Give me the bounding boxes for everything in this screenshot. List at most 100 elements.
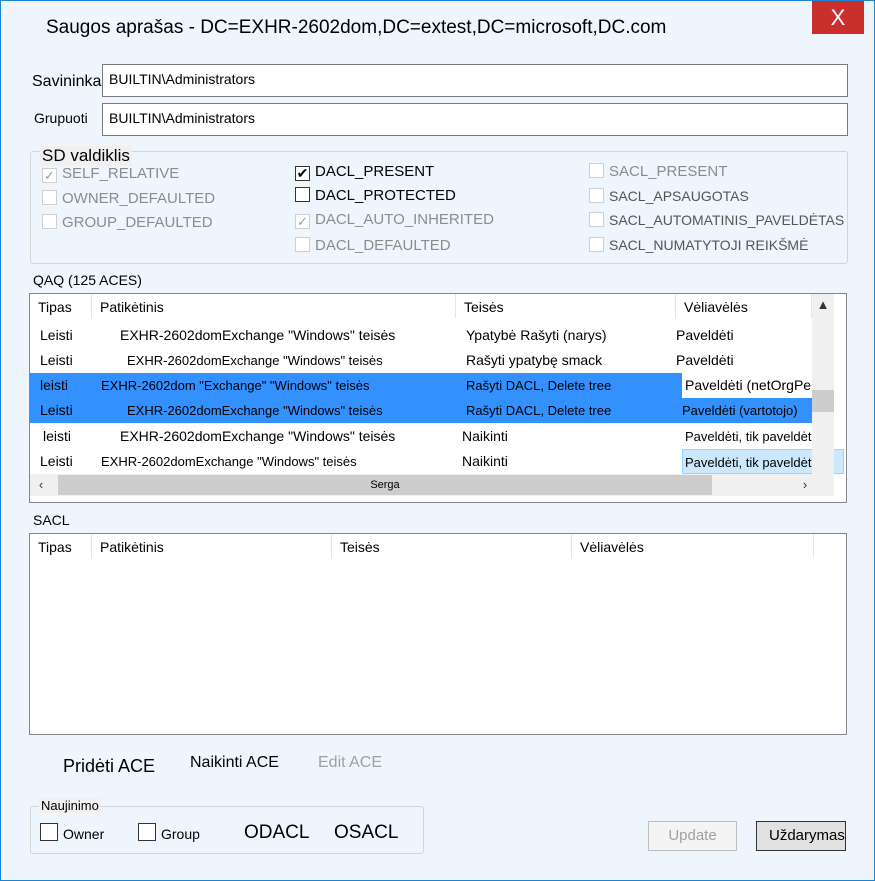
refresh-owner-checkbox[interactable]: Owner <box>40 823 104 842</box>
checkbox-box <box>40 823 58 841</box>
checkbox-label: SACL_AUTOMATINIS_PAVELDĖTAS <box>609 212 845 228</box>
close-window-button[interactable]: X <box>812 1 864 34</box>
checkbox-box <box>589 163 604 178</box>
row-flags: Paveldėti <box>676 327 734 343</box>
dacl-present-checkbox[interactable]: ✔ DACL_PRESENT <box>295 163 434 181</box>
dacl-auto-inherited-checkbox[interactable]: ✓ DACL_AUTO_INHERITED <box>295 211 494 229</box>
self-relative-checkbox[interactable]: ✓ SELF_RELATIVE <box>42 165 179 183</box>
checkbox-box <box>42 190 57 205</box>
delete-ace-button[interactable]: Naikinti ACE <box>190 754 279 772</box>
dacl-horizontal-scrollbar[interactable]: ‹ Serga › <box>30 474 834 496</box>
sacl-label: SACL <box>33 512 70 528</box>
scroll-thumb[interactable]: Serga <box>58 475 712 495</box>
column-header-trustee[interactable]: Patikėtinis <box>92 294 456 318</box>
column-header-rights[interactable]: Teisės <box>456 294 676 318</box>
dacl-defaulted-checkbox[interactable]: DACL_DEFAULTED <box>295 237 451 254</box>
checkbox-label: GROUP_DEFAULTED <box>62 214 213 231</box>
refresh-sacl-checkbox[interactable]: OSACL <box>334 822 398 844</box>
checkbox-box <box>138 823 156 841</box>
checkmark-icon: ✓ <box>42 168 57 183</box>
checkbox-box <box>589 237 604 252</box>
add-ace-button[interactable]: Pridėti ACE <box>63 756 155 777</box>
column-header-flags[interactable]: Vėliavėlės <box>572 534 814 558</box>
row-trustee: EXHR-2602dom "Exchange" "Windows" teisės <box>101 378 370 393</box>
row-type: leisti <box>43 428 72 444</box>
checkbox-label: DACL_DEFAULTED <box>315 237 451 254</box>
checkbox-label: SACL_APSAUGOTAS <box>609 188 749 204</box>
row-type: Leisti <box>40 352 73 368</box>
group-defaulted-checkbox[interactable]: GROUP_DEFAULTED <box>42 214 213 231</box>
column-header-type[interactable]: Tipas <box>30 534 92 558</box>
dacl-vertical-scrollbar[interactable]: ▲ <box>812 294 834 474</box>
dacl-list[interactable]: Tipas Patikėtinis Teisės Vėliavėlės Leis… <box>29 293 847 503</box>
dacl-label: QAQ (125 ACES) <box>33 272 142 288</box>
row-trustee: EXHR-2602domExchange "Windows" teisės <box>120 327 396 343</box>
window-title: Saugos aprašas - DC=EXHR-2602dom,DC=exte… <box>46 17 667 38</box>
table-row[interactable]: Leisti EXHR-2602domExchange "Windows" te… <box>30 398 812 423</box>
group-field[interactable]: BUILTIN\Administrators <box>102 103 848 136</box>
row-rights: Rašyti ypatybę smack <box>466 352 603 368</box>
table-row[interactable]: Leisti EXHR-2602domExchange "Windows" te… <box>30 348 812 373</box>
checkbox-box <box>589 212 604 227</box>
checkbox-label: DACL_PROTECTED <box>315 187 456 204</box>
row-flags: Paveldėti <box>676 352 734 368</box>
owner-label: Savininkas <box>32 73 110 90</box>
column-header-flags[interactable]: Vėliavėlės <box>676 294 812 318</box>
close-icon: X <box>830 5 846 30</box>
row-type: leisti <box>40 377 69 393</box>
column-header-type[interactable]: Tipas <box>30 294 92 318</box>
sacl-auto-inherited-checkbox[interactable]: SACL_AUTOMATINIS_PAVELDĖTAS <box>589 212 844 228</box>
sacl-list[interactable]: Tipas Patikėtinis Teisės Vėliavėlės <box>29 533 847 735</box>
owner-defaulted-checkbox[interactable]: OWNER_DEFAULTED <box>42 190 215 207</box>
column-header-trustee[interactable]: Patikėtinis <box>92 534 332 558</box>
table-row[interactable]: leisti EXHR-2602domExchange "Windows" te… <box>30 424 815 449</box>
scroll-right-icon[interactable]: › <box>794 474 816 496</box>
checkbox-box <box>295 237 310 252</box>
row-flags: Paveldėti (netOrgPer <box>682 373 815 398</box>
checkbox-label: Owner <box>63 826 105 842</box>
row-flags: Paveldėti, tik paveldėti <box>685 429 815 444</box>
checkbox-label: DACL_AUTO_INHERITED <box>315 211 494 228</box>
sacl-defaulted-checkbox[interactable]: SACL_NUMATYTOJI REIKŠMĖ <box>589 237 808 253</box>
sacl-present-checkbox[interactable]: SACL_PRESENT <box>589 163 727 180</box>
row-type: Leisti <box>40 327 73 343</box>
row-type: Leisti <box>40 453 73 469</box>
row-trustee: EXHR-2602domExchange "Windows" teisės <box>120 428 396 444</box>
checkbox-box <box>589 188 604 203</box>
scroll-left-icon[interactable]: ‹ <box>30 474 52 496</box>
dacl-header: Tipas Patikėtinis Teisės Vėliavėlės <box>30 294 846 318</box>
row-rights: Rašyti DACL, Delete tree <box>466 403 612 418</box>
row-type: Leisti <box>40 402 73 418</box>
column-header-rights[interactable]: Teisės <box>332 534 572 558</box>
close-button[interactable]: Uždarymas <box>756 821 846 851</box>
dacl-protected-checkbox[interactable]: DACL_PROTECTED <box>295 187 456 204</box>
title-bar: Saugos aprašas - DC=EXHR-2602dom,DC=exte… <box>1 1 874 53</box>
sd-control-legend: SD valdiklis <box>40 146 132 166</box>
checkmark-icon: ✓ <box>295 214 310 229</box>
update-button: Update <box>648 821 737 851</box>
sacl-protected-checkbox[interactable]: SACL_APSAUGOTAS <box>589 188 749 204</box>
refresh-group-checkbox[interactable]: Group <box>138 823 200 842</box>
row-rights: Naikinti <box>462 428 508 444</box>
owner-field[interactable]: BUILTIN\Administrators <box>102 64 848 97</box>
row-trustee: EXHR-2602domExchange "Windows" teisės <box>127 353 383 368</box>
edit-ace-button: Edit ACE <box>318 754 383 771</box>
refresh-dacl-checkbox[interactable]: ODACL <box>244 822 309 844</box>
scroll-up-icon[interactable]: ▲ <box>812 294 834 316</box>
sacl-header: Tipas Patikėtinis Teisės Vėliavėlės <box>30 534 846 558</box>
table-row[interactable]: Leisti EXHR-2602domExchange "Windows" te… <box>30 449 844 474</box>
table-row[interactable]: leisti EXHR-2602dom "Exchange" "Windows"… <box>30 373 815 398</box>
refresh-legend: Naujinimo <box>39 798 101 813</box>
checkbox-label: SACL_PRESENT <box>609 163 728 180</box>
scroll-thumb[interactable] <box>812 390 834 412</box>
checkbox-label: OWNER_DEFAULTED <box>62 190 216 207</box>
table-row[interactable]: Leisti EXHR-2602domExchange "Windows" te… <box>30 323 812 348</box>
checkbox-box <box>295 187 310 202</box>
group-label: Grupuoti <box>34 110 88 126</box>
checkbox-label: SELF_RELATIVE <box>62 165 180 182</box>
row-trustee: EXHR-2602domExchange "Windows" teisės <box>127 403 383 418</box>
row-trustee: EXHR-2602domExchange "Windows" teisės <box>101 454 357 469</box>
row-rights: Ypatybė Rašyti (narys) <box>466 327 607 343</box>
checkbox-label: SACL_NUMATYTOJI REIKŠMĖ <box>609 237 809 253</box>
checkbox-label: DACL_PRESENT <box>315 163 435 180</box>
